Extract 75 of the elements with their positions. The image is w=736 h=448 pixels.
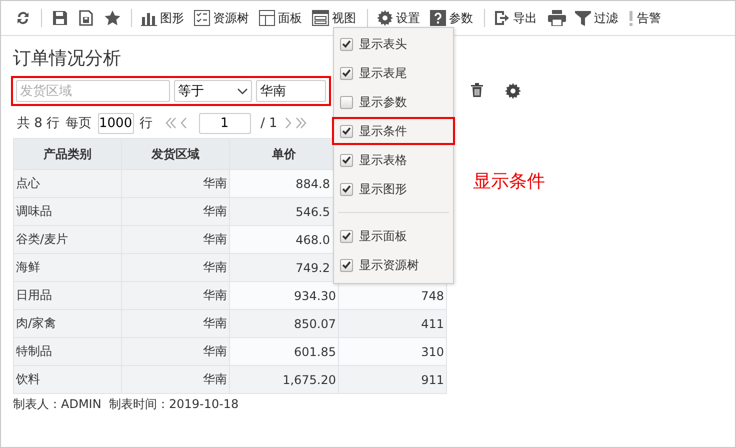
table-cell: 华南 (122, 198, 230, 226)
menu-item[interactable]: 显示条件 (332, 117, 455, 145)
checkbox[interactable] (340, 124, 353, 138)
window-icon (312, 10, 329, 26)
toolbar-button[interactable]: 面板 (259, 10, 302, 26)
table-cell: 华南 (122, 282, 230, 310)
table-cell: 特制品 (14, 338, 122, 366)
operator-dropdown[interactable]: 等于 (174, 80, 252, 102)
table-cell: 华南 (122, 254, 230, 282)
toolbar-button[interactable]: 图形 (141, 10, 184, 26)
document-icon[interactable] (78, 10, 94, 26)
toolbar-button[interactable]: 资源树 (194, 10, 249, 26)
filter-icon (575, 10, 591, 26)
table-cell: 934.30 (230, 282, 338, 310)
value-field[interactable]: 华南 (256, 80, 326, 102)
table-cell: 华南 (122, 338, 230, 366)
table-cell: 华南 (122, 226, 230, 254)
help-icon (430, 10, 446, 26)
alert-icon (628, 10, 634, 26)
table-cell: 谷类/麦片 (14, 226, 122, 254)
toolbar-button[interactable]: 告警 (628, 10, 661, 26)
toolbar-button[interactable]: 过滤 (575, 10, 618, 26)
trash-icon[interactable] (471, 83, 483, 97)
table-cell: 饮料 (14, 366, 122, 394)
layout-icon (259, 10, 275, 26)
table-cell: 华南 (122, 366, 230, 394)
report-footer: 制表人：ADMIN 制表时间：2019-10-18 (13, 396, 735, 413)
checkbox[interactable] (340, 66, 353, 80)
checkbox[interactable] (340, 182, 353, 196)
checkbox[interactable] (340, 38, 353, 50)
export-icon (494, 10, 510, 26)
save-icon[interactable] (52, 10, 68, 26)
column-header: 发货区域 (122, 138, 230, 170)
table-cell: 日用品 (14, 282, 122, 310)
toolbar-button[interactable]: 设置 (377, 10, 420, 26)
star-icon[interactable] (104, 10, 121, 26)
checklist-icon (194, 10, 210, 26)
table-cell: 华南 (122, 310, 230, 338)
table-cell: 411 (338, 310, 446, 338)
table-cell: 海鲜 (14, 254, 122, 282)
bar-chart-icon (141, 10, 157, 26)
chevron-icon (237, 88, 248, 94)
table-cell: 850.07 (230, 310, 338, 338)
toolbar-button[interactable]: 视图 (312, 10, 356, 26)
report-title: 订单情况分析 (13, 47, 121, 70)
row-count: 共 8 行 (17, 115, 60, 132)
page-size-field[interactable]: 1000 (98, 112, 134, 134)
page-field[interactable]: 1 (198, 112, 251, 134)
table-cell: 601.85 (230, 338, 338, 366)
column-header: 产品类别 (14, 138, 122, 170)
toolbar-button[interactable]: 参数 (430, 10, 473, 26)
menu-item[interactable]: 显示表头 (332, 30, 455, 58)
callout-label: 显示条件 (473, 170, 545, 193)
table-cell: 华南 (122, 170, 230, 198)
menu-item[interactable]: 显示表尾 (332, 59, 455, 87)
per-page-label: 每页 (66, 115, 92, 132)
region-field[interactable]: 发货区域 (16, 80, 170, 102)
checkbox[interactable] (340, 154, 353, 166)
printer-icon[interactable] (548, 10, 566, 26)
checkbox[interactable] (340, 96, 353, 108)
table-cell: 调味品 (14, 198, 122, 226)
checkbox[interactable] (340, 230, 353, 242)
table-cell: 肉/家禽 (14, 310, 122, 338)
settings-icon (377, 10, 393, 26)
rows-label: 行 (140, 115, 153, 132)
table-cell: 911 (338, 366, 446, 394)
table-cell: 点心 (14, 170, 122, 198)
page-total: / 1 (260, 116, 278, 130)
refresh-icon[interactable] (15, 10, 31, 26)
toolbar-button[interactable]: 导出 (494, 10, 537, 26)
table-cell: 1,675.20 (230, 366, 338, 394)
menu-item[interactable]: 显示参数 (332, 88, 455, 116)
settings-icon[interactable] (505, 83, 521, 99)
checkbox[interactable] (340, 258, 353, 272)
table-cell: 310 (338, 338, 446, 366)
